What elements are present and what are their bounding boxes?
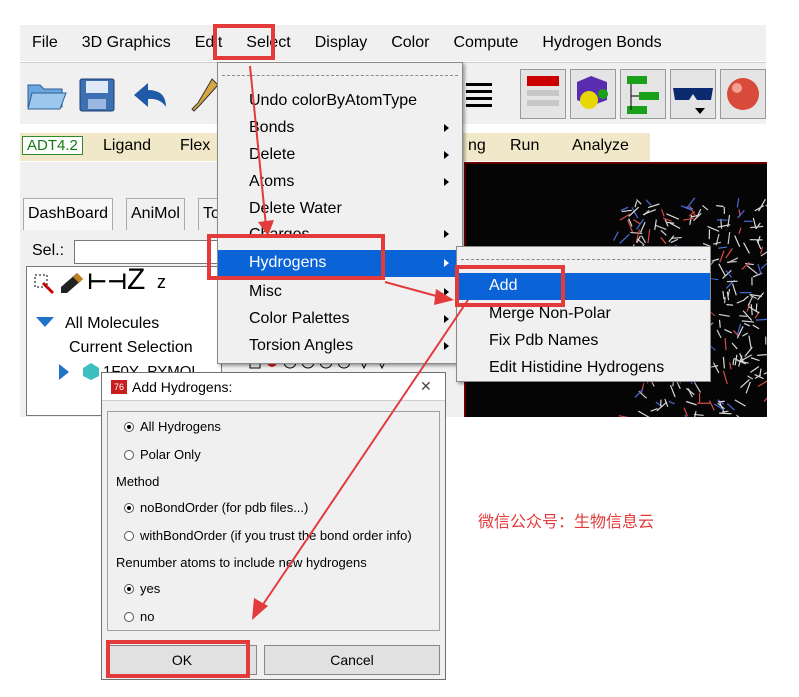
arrow-edit-to-hydrogens (249, 65, 267, 227)
arrow-head-2 (434, 289, 454, 305)
arrow-head-1 (258, 220, 274, 236)
watermark-text: 微信公众号：生物信息云 (478, 514, 655, 531)
annotation-arrows (249, 65, 469, 620)
arrow-hydrogens-to-add (384, 281, 441, 298)
arrow-add-to-ok (261, 299, 469, 607)
